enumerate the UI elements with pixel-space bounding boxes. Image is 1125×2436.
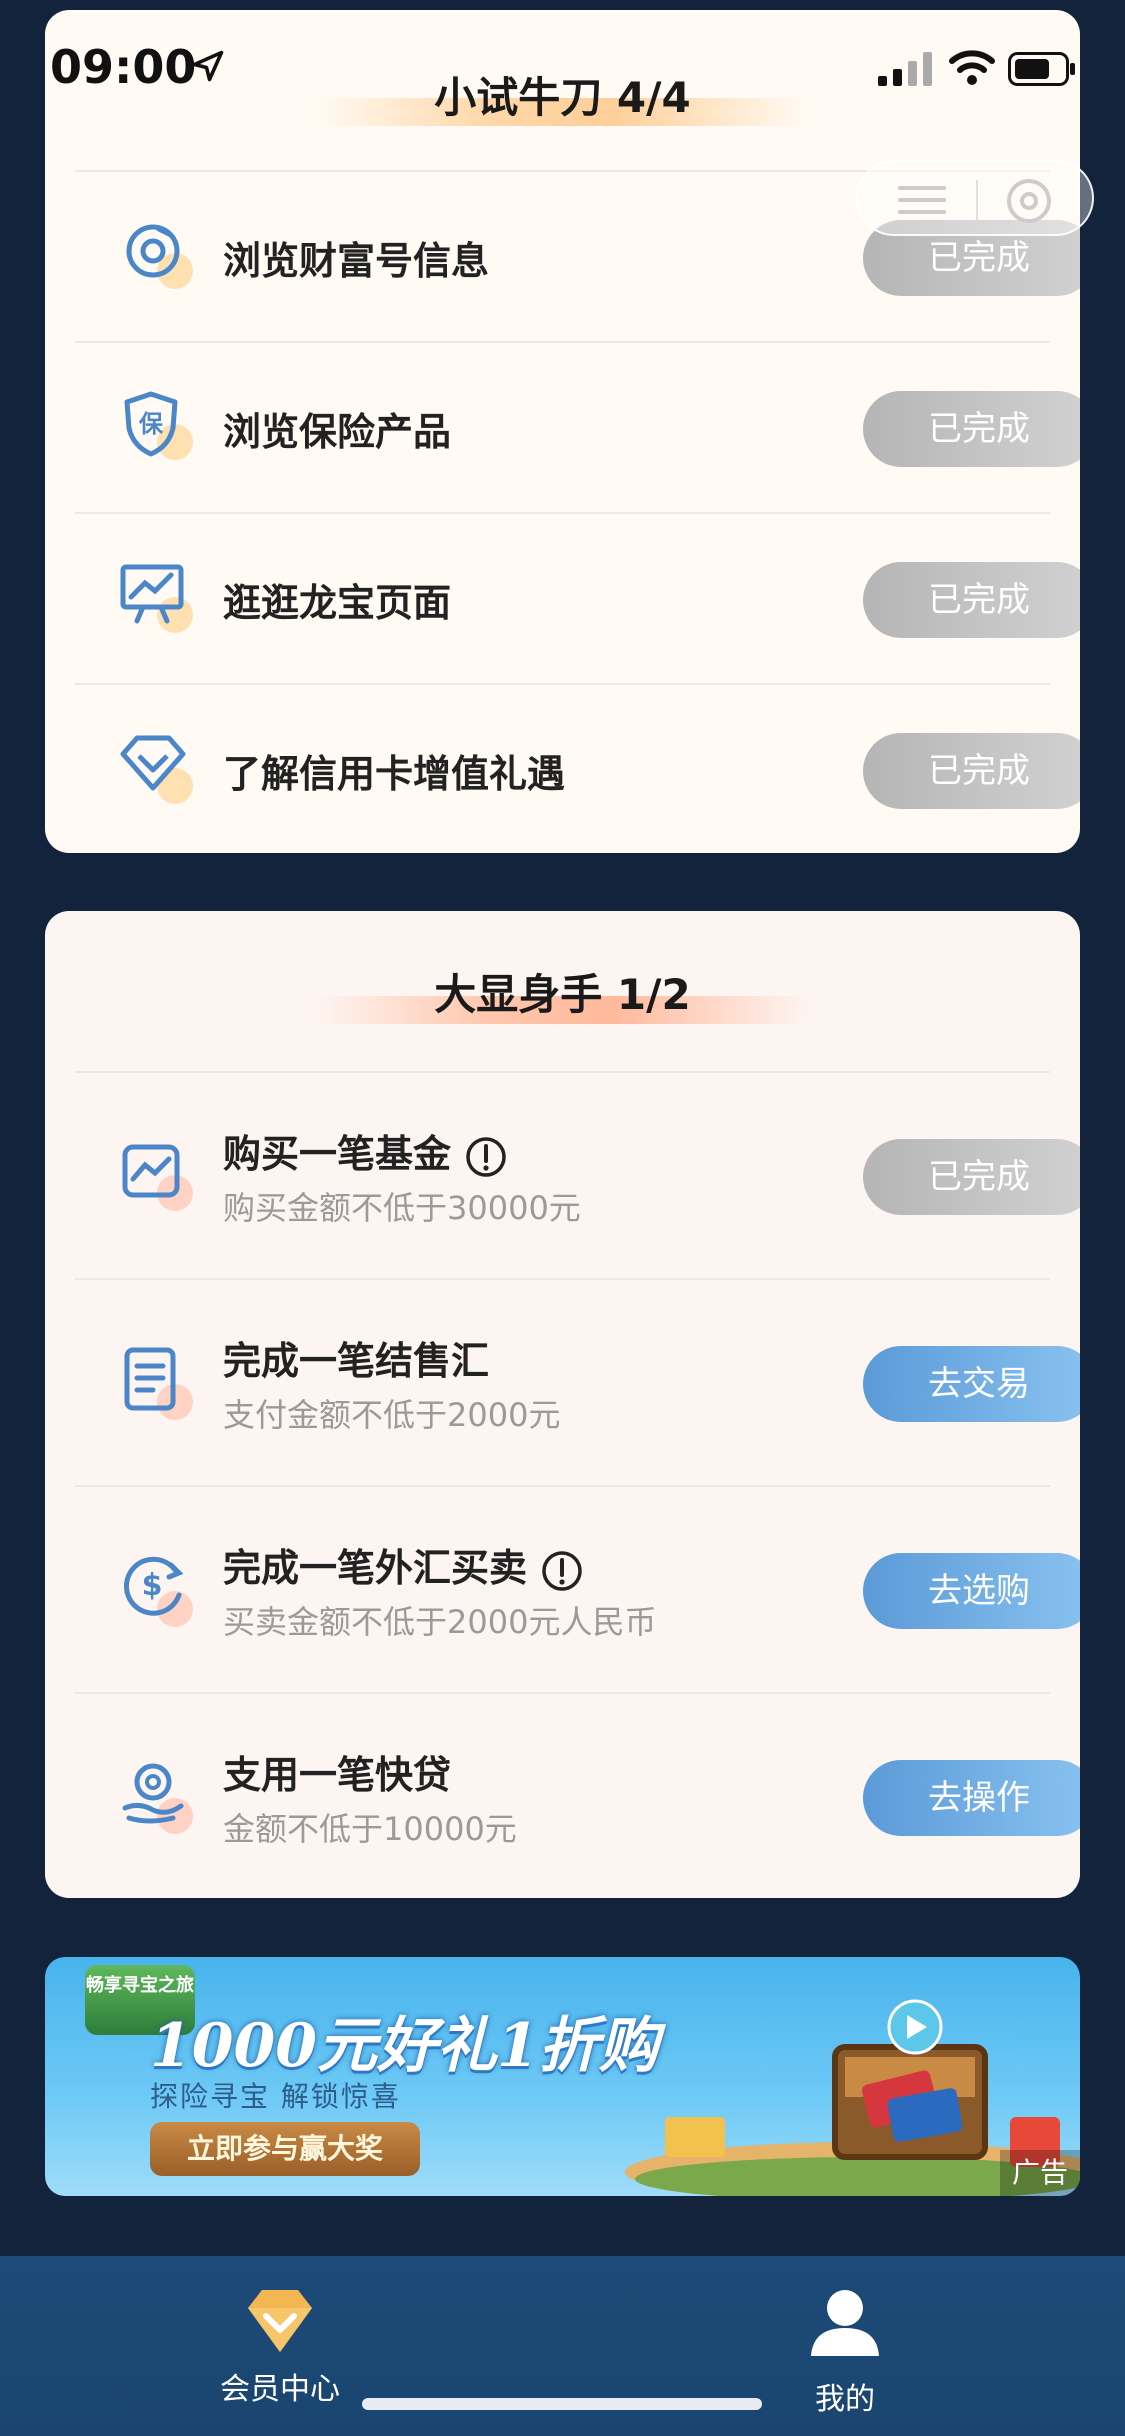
task-title: 购买一笔基金: [223, 1123, 507, 1178]
task-subtitle: 买卖金额不低于2000元人民币: [223, 1603, 657, 1641]
task-title: 了解信用卡增值礼遇: [223, 752, 566, 796]
task-title: 浏览财富号信息: [223, 239, 490, 283]
task-subtitle: 购买金额不低于30000元: [223, 1189, 581, 1227]
info-icon[interactable]: [541, 1550, 583, 1592]
status-bar: 09:00: [0, 0, 1125, 132]
task-subtitle: 金额不低于10000元: [223, 1810, 517, 1848]
page: 09:00 小试牛刀 4/4 浏览财富号信息 已完成 保 浏览保险产品 已完成 …: [0, 0, 1125, 2436]
task-subtitle: 支付金额不低于2000元: [223, 1396, 561, 1434]
user-icon: [811, 2290, 879, 2356]
info-icon[interactable]: [465, 1136, 507, 1178]
task-title: 浏览保险产品: [223, 410, 452, 454]
status-time: 09:00: [50, 40, 197, 94]
task-row: 了解信用卡增值礼遇 已完成: [75, 683, 1080, 853]
close-miniprogram-icon[interactable]: [1002, 174, 1056, 228]
diamond-icon: [119, 730, 199, 810]
document-icon: [119, 1344, 199, 1424]
section-title: 大显身手 1/2: [434, 970, 691, 1019]
task-section-starter: 小试牛刀 4/4 浏览财富号信息 已完成 保 浏览保险产品 已完成 逛逛龙宝页面…: [45, 10, 1080, 853]
wealth-coin-icon: [119, 217, 199, 297]
svg-text:$: $: [142, 1568, 163, 1603]
insurance-shield-icon: 保: [119, 388, 199, 468]
capsule-divider: [976, 180, 978, 220]
go-operate-button[interactable]: 去操作: [863, 1760, 1080, 1836]
promo-banner[interactable]: 畅享寻宝之旅 1000元好礼1折购 探险寻宝 解锁惊喜 立即参与赢大奖 广告: [45, 1957, 1080, 2196]
banner-headline: 1000元好礼1折购: [150, 2011, 659, 2081]
svg-text:保: 保: [138, 410, 164, 438]
go-trade-button[interactable]: 去交易: [863, 1346, 1080, 1422]
task-row: 购买一笔基金 购买金额不低于30000元 已完成: [75, 1071, 1080, 1278]
miniprogram-capsule: [856, 160, 1094, 236]
location-arrow-icon: [192, 50, 224, 82]
dollar-exchange-icon: $: [119, 1551, 199, 1631]
task-completed-button[interactable]: 已完成: [863, 733, 1080, 809]
banner-subtitle: 探险寻宝 解锁惊喜: [150, 2080, 401, 2113]
ad-label: 广告: [1000, 2150, 1080, 2196]
task-row: 保 浏览保险产品 已完成: [75, 341, 1080, 512]
task-title-text: 完成一笔外汇买卖: [223, 1546, 528, 1590]
cellular-signal-icon: [878, 52, 932, 86]
wifi-icon: [949, 50, 995, 85]
loan-hand-icon: [119, 1758, 199, 1838]
task-title: 完成一笔外汇买卖: [223, 1537, 583, 1592]
task-title: 完成一笔结售汇: [223, 1339, 490, 1383]
battery-icon: [1008, 52, 1075, 86]
menu-icon[interactable]: [894, 180, 950, 220]
presentation-chart-icon: [119, 559, 199, 639]
task-completed-button[interactable]: 已完成: [863, 1139, 1080, 1215]
task-title: 支用一笔快贷: [223, 1753, 452, 1797]
task-section-advanced: 大显身手 1/2 购买一笔基金 购买金额不低于30000元 已完成 完成一笔结售…: [45, 911, 1080, 1898]
task-completed-button[interactable]: 已完成: [863, 562, 1080, 638]
task-title-text: 购买一笔基金: [223, 1132, 452, 1176]
task-row: 逛逛龙宝页面 已完成: [75, 512, 1080, 683]
diamond-member-icon: [248, 2290, 312, 2352]
fund-chart-icon: [119, 1137, 199, 1217]
task-row: 支用一笔快贷 金额不低于10000元 去操作: [75, 1692, 1080, 1898]
tab-label: 我的: [815, 2382, 875, 2417]
task-title: 逛逛龙宝页面: [223, 581, 452, 625]
task-row: $ 完成一笔外汇买卖 买卖金额不低于2000元人民币 去选购: [75, 1485, 1080, 1692]
task-completed-button[interactable]: 已完成: [863, 391, 1080, 467]
home-indicator[interactable]: [362, 2398, 762, 2410]
banner-cta-button[interactable]: 立即参与赢大奖: [150, 2122, 420, 2176]
task-row: 完成一笔结售汇 支付金额不低于2000元 去交易: [75, 1278, 1080, 1485]
go-shop-button[interactable]: 去选购: [863, 1553, 1080, 1629]
